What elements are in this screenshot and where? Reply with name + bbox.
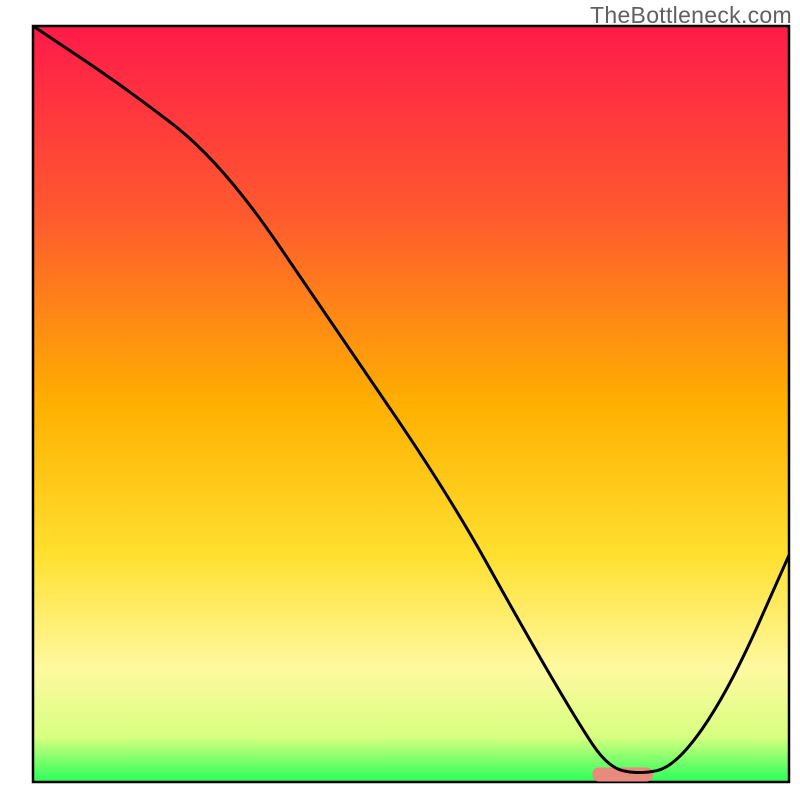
- bottleneck-chart: [0, 0, 800, 800]
- gradient-background: [33, 26, 789, 782]
- chart-container: { "attribution": "TheBottleneck.com", "c…: [0, 0, 800, 800]
